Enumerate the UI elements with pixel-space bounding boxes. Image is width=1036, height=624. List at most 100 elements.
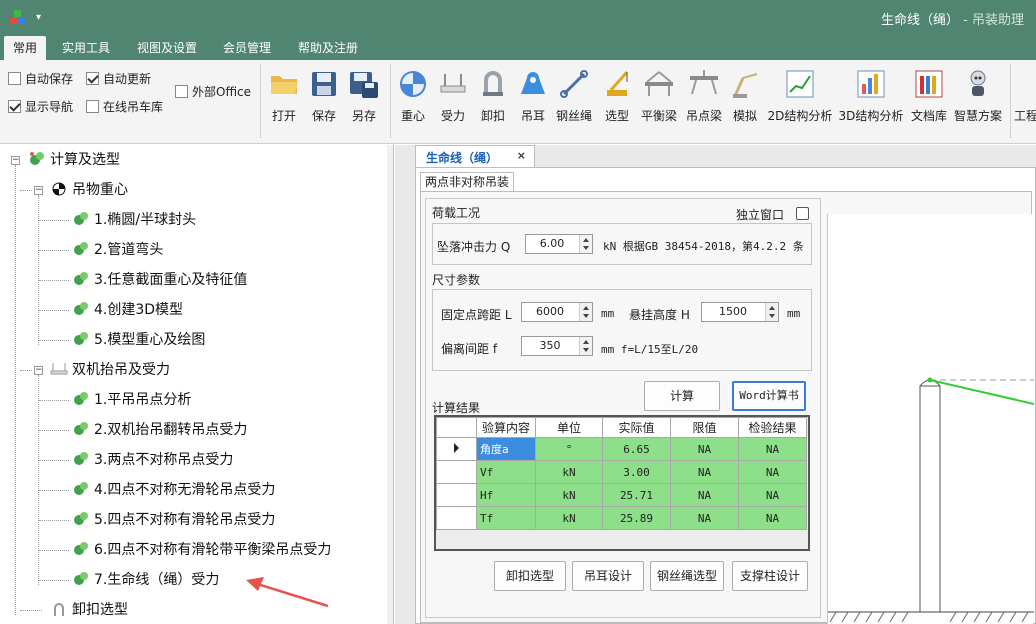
tab-membership[interactable]: 会员管理	[214, 36, 280, 60]
table-cell[interactable]: NA	[738, 483, 807, 507]
tree-item-selected[interactable]: 7.生命线（绳）受力	[72, 568, 219, 592]
app-logo-icon[interactable]	[8, 8, 28, 26]
tab-view-settings[interactable]: 视图及设置	[128, 36, 206, 60]
external-office-checkbox[interactable]: 外部Office	[175, 84, 251, 100]
tree-item[interactable]: 2.双机抬吊翻转吊点受力	[72, 418, 247, 442]
online-crane-lib-checkbox[interactable]: 在线吊车库	[86, 99, 163, 115]
close-icon[interactable]: ×	[517, 149, 526, 162]
table-cell[interactable]: 角度a	[476, 437, 536, 461]
auto-update-check-box[interactable]	[86, 72, 99, 85]
spin-arrows[interactable]	[765, 303, 778, 321]
spin-up-icon[interactable]	[583, 306, 589, 310]
shackle-button[interactable]: 卸扣	[476, 68, 510, 134]
lifting-lug-button[interactable]: 吊耳	[516, 68, 550, 134]
spreader-beam-button[interactable]: 平衡梁	[638, 68, 680, 134]
tree-node-group-dual-lift[interactable]: 双机抬吊及受力	[50, 358, 170, 382]
table-row[interactable]: Hf kN 25.71 NA NA	[436, 483, 807, 507]
column-header[interactable]: 验算内容	[476, 417, 536, 438]
analysis-3d-button[interactable]: 3D结构分析	[838, 68, 904, 134]
spin-down-icon[interactable]	[583, 246, 589, 250]
spin-up-icon[interactable]	[769, 306, 775, 310]
save-button[interactable]: 保存	[306, 68, 342, 134]
tree-node-group-gravity[interactable]: 吊物重心	[50, 178, 128, 202]
table-row[interactable]: Tf kN 25.89 NA NA	[436, 506, 807, 530]
wire-rope-button[interactable]: 钢丝绳	[552, 68, 596, 134]
tab-home[interactable]: 常用	[4, 36, 46, 60]
document-tab[interactable]: 生命线（绳） ×	[415, 145, 535, 167]
table-cell[interactable]: kN	[535, 483, 603, 507]
auto-save-check-box[interactable]	[8, 72, 21, 85]
table-cell[interactable]: 3.00	[602, 460, 671, 484]
table-cell[interactable]: Tf	[476, 506, 536, 530]
standalone-window-checkbox[interactable]	[796, 207, 809, 220]
table-cell[interactable]: Hf	[476, 483, 536, 507]
column-header[interactable]: 限值	[670, 417, 739, 438]
span-input[interactable]: 6000	[521, 302, 593, 322]
spin-arrows[interactable]	[579, 337, 592, 355]
online-crane-lib-check-box[interactable]	[86, 100, 99, 113]
document-library-button[interactable]: 文档库	[908, 68, 950, 134]
table-cell[interactable]: NA	[738, 506, 807, 530]
tree-item[interactable]: 3.任意截面重心及特征值	[72, 268, 247, 292]
center-of-gravity-button[interactable]: 重心	[396, 68, 430, 134]
tree-item[interactable]: 1.平吊吊点分析	[72, 388, 191, 412]
table-cell[interactable]: °	[535, 437, 603, 461]
table-cell[interactable]: NA	[670, 460, 739, 484]
spin-down-icon[interactable]	[583, 314, 589, 318]
table-cell[interactable]: Vf	[476, 460, 536, 484]
tab-utilities[interactable]: 实用工具	[54, 36, 118, 60]
table-cell[interactable]: 25.89	[602, 506, 671, 530]
spin-down-icon[interactable]	[769, 314, 775, 318]
support-column-button[interactable]: 支撑柱设计	[732, 561, 808, 591]
spin-arrows[interactable]	[579, 303, 592, 321]
column-header[interactable]: 实际值	[602, 417, 671, 438]
impact-force-input[interactable]: 6.00	[525, 234, 593, 254]
open-button[interactable]: 打开	[266, 68, 302, 134]
word-report-button[interactable]: Word计算书	[732, 381, 806, 411]
calculate-button[interactable]: 计算	[644, 381, 720, 411]
table-cell[interactable]: NA	[670, 483, 739, 507]
tree-expander-root[interactable]: −	[11, 156, 20, 165]
tree-item[interactable]: 6.四点不对称有滑轮带平衡梁吊点受力	[72, 538, 331, 562]
tree-item[interactable]: 4.创建3D模型	[72, 298, 183, 322]
external-office-check-box[interactable]	[175, 85, 188, 98]
lifting-beam-button[interactable]: 吊点梁	[683, 68, 725, 134]
table-cell[interactable]: NA	[670, 506, 739, 530]
offset-input[interactable]: 350	[521, 336, 593, 356]
table-cell[interactable]: 6.65	[602, 437, 671, 461]
quick-access-dropdown-icon[interactable]: ▾	[36, 12, 41, 23]
show-nav-check-box[interactable]	[8, 100, 21, 113]
tree-expander-group-1[interactable]: −	[34, 186, 43, 195]
column-header[interactable]: 检验结果	[738, 417, 807, 438]
force-button[interactable]: 受力	[436, 68, 470, 134]
row-selector[interactable]	[436, 460, 477, 484]
table-cell[interactable]: kN	[535, 460, 603, 484]
tree-item[interactable]: 4.四点不对称无滑轮吊点受力	[72, 478, 275, 502]
spin-arrows[interactable]	[579, 235, 592, 253]
auto-save-checkbox[interactable]: 自动保存	[8, 71, 73, 87]
table-cell[interactable]: 25.71	[602, 483, 671, 507]
tree-item[interactable]: 5.模型重心及绘图	[72, 328, 205, 352]
tab-help-register[interactable]: 帮助及注册	[288, 36, 368, 60]
table-cell[interactable]: NA	[738, 437, 807, 461]
spin-down-icon[interactable]	[583, 348, 589, 352]
simulation-button[interactable]: 模拟	[728, 68, 762, 134]
table-cell[interactable]: kN	[535, 506, 603, 530]
spin-up-icon[interactable]	[583, 340, 589, 344]
save-as-button[interactable]: 另存	[346, 68, 382, 134]
smart-plan-button[interactable]: 智慧方案	[952, 68, 1004, 134]
tree-item[interactable]: 3.两点不对称吊点受力	[72, 448, 233, 472]
tree-item[interactable]: 1.椭圆/半球封头	[72, 208, 196, 232]
crane-select-button[interactable]: 选型	[600, 68, 634, 134]
table-cell[interactable]: NA	[738, 460, 807, 484]
table-row[interactable]: 角度a ° 6.65 NA NA	[436, 437, 807, 461]
sub-tab-two-point[interactable]: 两点非对称吊装	[420, 172, 514, 192]
table-cell[interactable]: NA	[670, 437, 739, 461]
auto-update-checkbox[interactable]: 自动更新	[86, 71, 151, 87]
drawing-canvas[interactable]	[827, 214, 1034, 624]
tree-node-root[interactable]: 计算及选型	[28, 148, 120, 172]
table-row[interactable]: Vf kN 3.00 NA NA	[436, 460, 807, 484]
tree-item[interactable]: 2.管道弯头	[72, 238, 163, 262]
tree-node-group-shackle[interactable]: 卸扣选型	[50, 598, 128, 622]
tree-scrollbar[interactable]	[387, 145, 393, 624]
